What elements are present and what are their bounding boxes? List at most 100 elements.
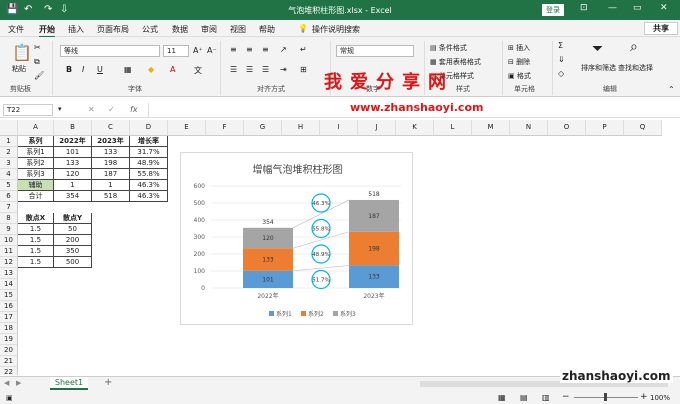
row-header[interactable]: 5: [0, 180, 18, 191]
normal-view-icon[interactable]: ▦: [498, 393, 506, 402]
row-header[interactable]: 13: [0, 268, 18, 279]
row-header[interactable]: 2: [0, 147, 18, 158]
table-cell[interactable]: 系列3: [18, 169, 54, 180]
column-header[interactable]: Q: [624, 120, 662, 136]
delete-cells-button[interactable]: ⊟ 删除: [508, 57, 530, 67]
table-cell[interactable]: 101: [54, 147, 92, 158]
tab-view[interactable]: 视图: [230, 24, 246, 35]
select-all-corner[interactable]: [0, 120, 18, 136]
table-cell[interactable]: 辅助: [18, 180, 54, 191]
copy-icon[interactable]: ⧉: [34, 57, 40, 67]
table-cell[interactable]: 518: [92, 191, 130, 202]
sort-filter-button[interactable]: 排序和筛选: [581, 63, 616, 73]
table-cell[interactable]: 350: [54, 246, 92, 257]
fill-color-icon[interactable]: ◆: [148, 65, 154, 74]
table-cell[interactable]: 187: [92, 169, 130, 180]
align-top-icon[interactable]: ≡: [230, 45, 237, 54]
table-cell[interactable]: 合计: [18, 191, 54, 202]
row-header[interactable]: 4: [0, 169, 18, 180]
cut-icon[interactable]: ✂: [34, 43, 41, 52]
find-select-button[interactable]: 查找和选择: [618, 63, 653, 73]
paste-button[interactable]: 粘贴: [12, 64, 26, 74]
grow-font-icon[interactable]: A⁺: [193, 46, 203, 55]
phonetic-icon[interactable]: 文: [194, 65, 202, 76]
minimize-button[interactable]: —: [608, 3, 617, 13]
row-header[interactable]: 3: [0, 158, 18, 169]
column-header[interactable]: K: [396, 120, 434, 136]
zoom-out-button[interactable]: −: [562, 392, 570, 402]
tab-help[interactable]: 帮助: [259, 24, 275, 35]
table-header-cell[interactable]: 系列: [18, 136, 54, 147]
table-cell[interactable]: 200: [54, 235, 92, 246]
autosum-icon[interactable]: Σ: [558, 41, 563, 50]
insert-cells-button[interactable]: ⊞ 插入: [508, 43, 530, 53]
table-cell[interactable]: 1.5: [18, 257, 54, 268]
row-header[interactable]: 11: [0, 246, 18, 257]
align-center-icon[interactable]: ☰: [246, 65, 253, 74]
insert-function-icon[interactable]: fx: [130, 105, 138, 114]
table-cell[interactable]: 50: [54, 224, 92, 235]
row-header[interactable]: 19: [0, 334, 18, 345]
ribbon-options-icon[interactable]: ⊡: [580, 3, 588, 13]
conditional-format-button[interactable]: ▤ 条件格式: [430, 43, 467, 53]
table-cell[interactable]: 48.9%: [130, 158, 168, 169]
row-header[interactable]: 16: [0, 301, 18, 312]
column-header[interactable]: B: [54, 120, 92, 136]
tab-home[interactable]: 开始: [39, 24, 55, 38]
tab-file[interactable]: 文件: [8, 24, 24, 35]
align-middle-icon[interactable]: ≡: [246, 45, 253, 54]
fill-icon[interactable]: ⇓: [558, 55, 565, 64]
table-cell[interactable]: 46.3%: [130, 191, 168, 202]
name-box[interactable]: T22: [3, 104, 53, 116]
row-header[interactable]: 21: [0, 356, 18, 367]
table-header-cell[interactable]: 散点Y: [54, 213, 92, 224]
align-left-icon[interactable]: ☰: [230, 65, 237, 74]
login-button[interactable]: 登录: [542, 4, 564, 16]
filter-icon[interactable]: ⏷: [592, 41, 603, 57]
table-cell[interactable]: 354: [54, 191, 92, 202]
row-header[interactable]: 15: [0, 290, 18, 301]
row-header[interactable]: 17: [0, 312, 18, 323]
orientation-icon[interactable]: ↗: [280, 45, 287, 54]
column-header[interactable]: H: [282, 120, 320, 136]
redo-icon[interactable]: ↷: [44, 4, 52, 15]
table-cell[interactable]: 31.7%: [130, 147, 168, 158]
tab-review[interactable]: 审阅: [201, 24, 217, 35]
row-header[interactable]: 1: [0, 136, 18, 147]
table-cell[interactable]: 1.5: [18, 224, 54, 235]
align-bottom-icon[interactable]: ≡: [262, 45, 269, 54]
row-header[interactable]: 20: [0, 345, 18, 356]
zoom-slider-thumb[interactable]: [604, 393, 607, 401]
table-format-button[interactable]: ▦ 套用表格格式: [430, 57, 481, 67]
row-header[interactable]: 18: [0, 323, 18, 334]
clear-icon[interactable]: ◇: [558, 69, 564, 78]
table-cell[interactable]: 55.8%: [130, 169, 168, 180]
table-cell[interactable]: 46.3%: [130, 180, 168, 191]
row-header[interactable]: 8: [0, 213, 18, 224]
column-header[interactable]: P: [586, 120, 624, 136]
table-cell[interactable]: 500: [54, 257, 92, 268]
table-cell[interactable]: 198: [92, 158, 130, 169]
find-icon[interactable]: ⌕: [630, 39, 638, 55]
indent-icon[interactable]: ⇥: [280, 65, 287, 74]
column-header[interactable]: M: [472, 120, 510, 136]
customize-icon[interactable]: ⇩: [60, 4, 68, 15]
undo-icon[interactable]: ↶: [24, 4, 32, 15]
table-header-cell[interactable]: 增长率: [130, 136, 168, 147]
table-cell[interactable]: 1: [92, 180, 130, 191]
bubble-stacked-chart[interactable]: 增幅气泡堆积柱形图 0 100 200 300 400 500 600 101 133 120 35…: [180, 152, 413, 325]
table-cell[interactable]: 系列1: [18, 147, 54, 158]
column-header[interactable]: J: [358, 120, 396, 136]
merge-icon[interactable]: ⊞: [300, 65, 307, 74]
save-icon[interactable]: 💾: [6, 4, 18, 15]
tell-me-search[interactable]: 操作说明搜索: [312, 24, 360, 35]
column-header[interactable]: I: [320, 120, 358, 136]
table-cell[interactable]: 133: [92, 147, 130, 158]
shrink-font-icon[interactable]: A⁻: [207, 46, 217, 55]
column-header[interactable]: L: [434, 120, 472, 136]
wrap-text-icon[interactable]: ↵: [300, 45, 307, 54]
column-header[interactable]: G: [244, 120, 282, 136]
tab-data[interactable]: 数据: [172, 24, 188, 35]
row-header[interactable]: 6: [0, 191, 18, 202]
format-painter-icon[interactable]: 🖌: [34, 71, 44, 80]
